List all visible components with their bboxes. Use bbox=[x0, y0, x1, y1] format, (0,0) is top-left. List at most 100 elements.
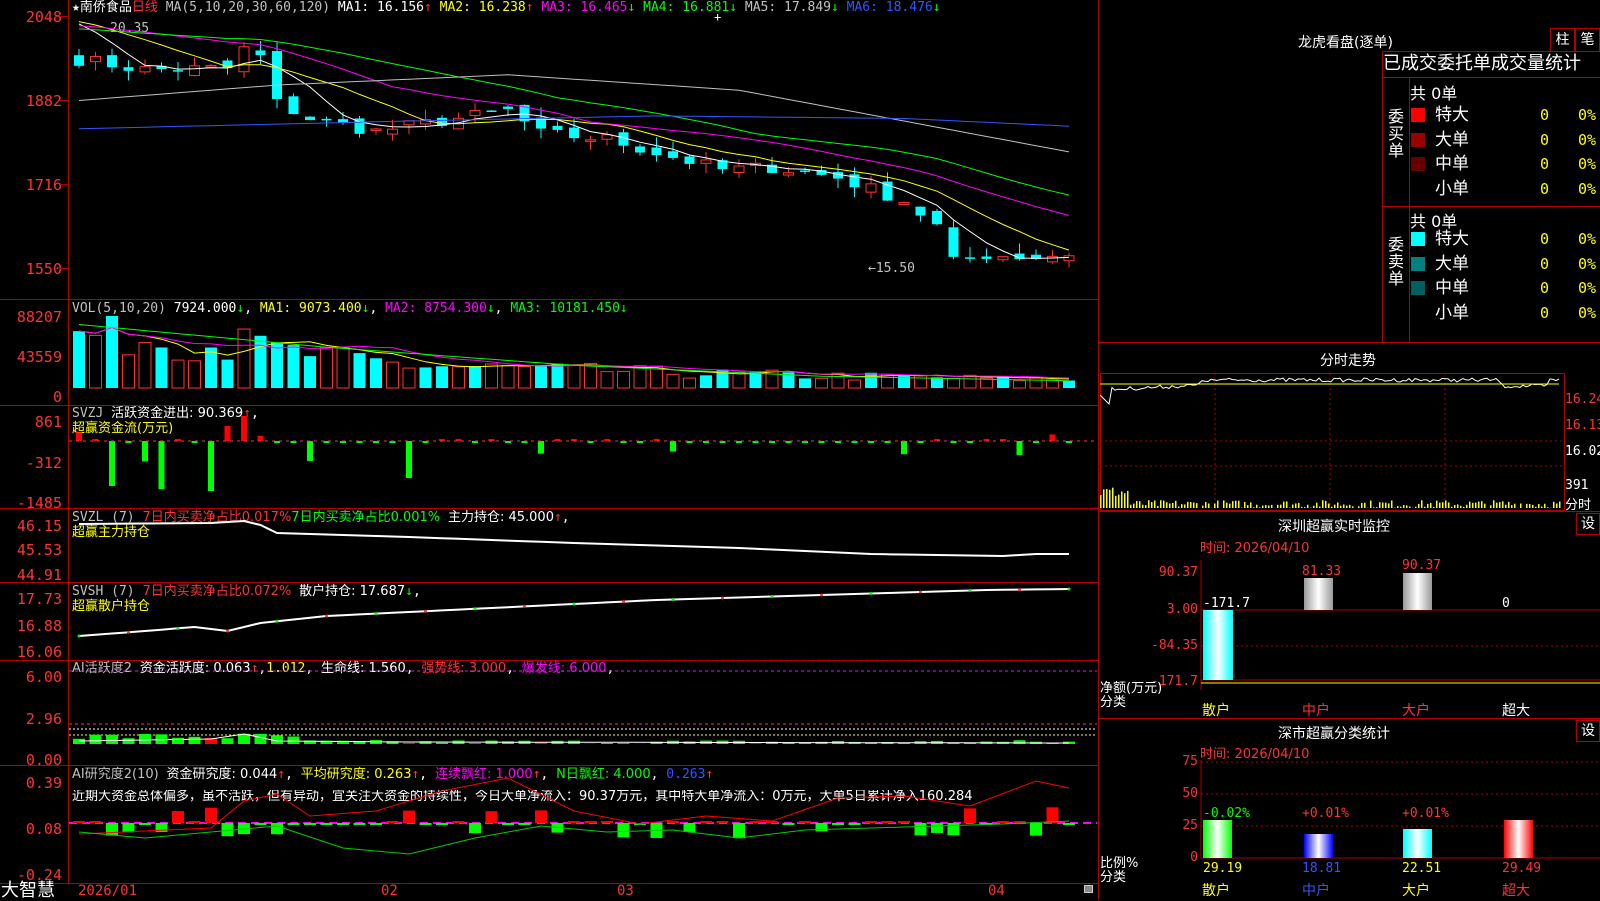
tab-orders[interactable]: 委托单 bbox=[1437, 53, 1491, 74]
price-axis-tick bbox=[60, 16, 68, 17]
research-bar-down bbox=[1063, 823, 1075, 825]
ai-research-chart[interactable] bbox=[69, 766, 1097, 883]
candle-up bbox=[190, 66, 200, 76]
candle-up bbox=[784, 173, 794, 175]
candlestick-chart[interactable] bbox=[69, 16, 1097, 298]
retail-holding-dot bbox=[276, 620, 279, 623]
order-color-swatch-icon bbox=[1411, 232, 1425, 246]
monitor-category-label: 超大 bbox=[1502, 700, 1530, 720]
stats-unit-a: 比例% bbox=[1100, 857, 1138, 871]
order-size-label: 小单 bbox=[1435, 302, 1469, 324]
volume-bar-up bbox=[403, 368, 415, 388]
intraday-volume-bar bbox=[1127, 491, 1129, 508]
fund-flow-chart[interactable] bbox=[69, 406, 1097, 507]
intraday-volume-bar bbox=[1424, 507, 1426, 508]
retail-holding-dot bbox=[919, 591, 922, 594]
intraday-volume-bar bbox=[1538, 504, 1540, 508]
stock-name[interactable]: 南侨食品 bbox=[80, 0, 132, 15]
favorite-star-icon[interactable]: ★ bbox=[72, 0, 80, 15]
tab-stats[interactable]: 统计 bbox=[1545, 53, 1581, 74]
monitor-bar-chart[interactable] bbox=[1100, 560, 1600, 696]
candle-down bbox=[173, 70, 183, 72]
stats-change-value: -0.02% bbox=[1203, 806, 1250, 821]
candle-down bbox=[305, 117, 315, 120]
stats-unit-b: 分类 bbox=[1100, 871, 1138, 885]
research-bar-up bbox=[700, 821, 712, 823]
volume-bar-down bbox=[552, 364, 564, 388]
order-color-swatch-icon bbox=[1411, 306, 1425, 320]
intraday-chart[interactable] bbox=[1100, 373, 1563, 509]
activity-bar bbox=[90, 735, 102, 744]
tab-volume[interactable]: 成交量 bbox=[1491, 53, 1545, 74]
candle-down bbox=[503, 107, 513, 109]
research-bar-down bbox=[849, 823, 861, 825]
retail-net-bar bbox=[1203, 610, 1233, 680]
lock-icon[interactable] bbox=[1084, 885, 1093, 893]
volume-chart[interactable] bbox=[69, 300, 1097, 404]
monitor-category-label: 散户 bbox=[1202, 700, 1230, 720]
order-size-label: 大单 bbox=[1435, 129, 1469, 151]
intraday-volume-bar bbox=[1247, 505, 1249, 508]
ai-activity-chart[interactable] bbox=[69, 661, 1097, 764]
intraday-volume-bar bbox=[1100, 495, 1102, 508]
intraday-volume-bar bbox=[1145, 505, 1147, 508]
research-bar-up bbox=[799, 821, 811, 823]
intraday-volume-bar bbox=[1514, 504, 1516, 508]
intraday-volume-bar bbox=[1121, 491, 1123, 508]
vol-axis-label: 0 bbox=[0, 388, 62, 406]
intraday-volume-bar bbox=[1529, 504, 1531, 508]
intraday-volume-bar bbox=[1547, 507, 1549, 508]
tick-mode-button[interactable]: 笔 bbox=[1575, 28, 1600, 52]
intraday-volume-bar bbox=[1307, 505, 1309, 508]
stats-settings-button[interactable]: 设 bbox=[1576, 720, 1600, 742]
volume-bar-up bbox=[321, 347, 333, 388]
intraday-volume-bar bbox=[1268, 505, 1270, 508]
volume-bar-down bbox=[222, 360, 234, 388]
intraday-volume-bar bbox=[1196, 503, 1198, 508]
intraday-volume-bar bbox=[1301, 507, 1303, 508]
candle-down bbox=[916, 207, 926, 216]
intraday-volume-bar bbox=[1463, 507, 1465, 508]
intraday-volume-bar bbox=[1184, 504, 1186, 508]
retail-holding-chart[interactable] bbox=[69, 583, 1097, 659]
intraday-volume-bar bbox=[1370, 500, 1372, 508]
research-bar-up bbox=[73, 821, 85, 823]
intraday-volume-bar bbox=[1172, 503, 1174, 508]
intraday-volume-bar bbox=[1223, 500, 1225, 508]
research-bar-down bbox=[783, 823, 795, 825]
intraday-volume-bar bbox=[1520, 504, 1522, 508]
date-label: 04 bbox=[988, 884, 1005, 899]
candle-up bbox=[1048, 256, 1058, 262]
fund-bar-in bbox=[225, 426, 231, 441]
candle-up bbox=[91, 57, 101, 62]
activity-bar bbox=[750, 743, 762, 744]
research-bar-up bbox=[453, 821, 465, 823]
dragon-tiger-title: 龙虎看盘(逐单) bbox=[1298, 32, 1393, 52]
volume-bar-up bbox=[568, 365, 580, 388]
order-pct: 0% bbox=[1578, 277, 1596, 299]
big-net-value: 90.37 bbox=[1402, 558, 1441, 573]
fund-bar-out bbox=[1017, 441, 1023, 455]
tab-filled[interactable]: 已成交 bbox=[1383, 53, 1437, 74]
intraday-volume-bar bbox=[1508, 502, 1510, 508]
main-holding-chart[interactable] bbox=[69, 509, 1097, 581]
candle-down bbox=[652, 147, 662, 155]
period-label[interactable]: 日线 bbox=[132, 0, 158, 15]
retail-holding-dot bbox=[820, 594, 823, 597]
intraday-volume-bar bbox=[1421, 500, 1423, 508]
retail-holding-dot bbox=[870, 592, 873, 595]
order-pct: 0% bbox=[1578, 228, 1596, 250]
intraday-volume-bar bbox=[1502, 501, 1504, 508]
intraday-volume-bar bbox=[1166, 502, 1168, 508]
research-bar-down bbox=[684, 823, 696, 832]
candle-down bbox=[965, 257, 975, 259]
bar-mode-button[interactable]: 柱 bbox=[1550, 28, 1575, 52]
research-bar-down bbox=[255, 823, 267, 825]
candle-down bbox=[289, 96, 299, 114]
order-pct: 0% bbox=[1578, 253, 1596, 275]
intraday-volume-bar bbox=[1373, 507, 1375, 508]
retail-holding-dot bbox=[1068, 588, 1071, 591]
intraday-volume-bar bbox=[1532, 505, 1534, 508]
intraday-volume-bar bbox=[1151, 502, 1153, 508]
monitor-settings-button[interactable]: 设 bbox=[1576, 513, 1600, 535]
